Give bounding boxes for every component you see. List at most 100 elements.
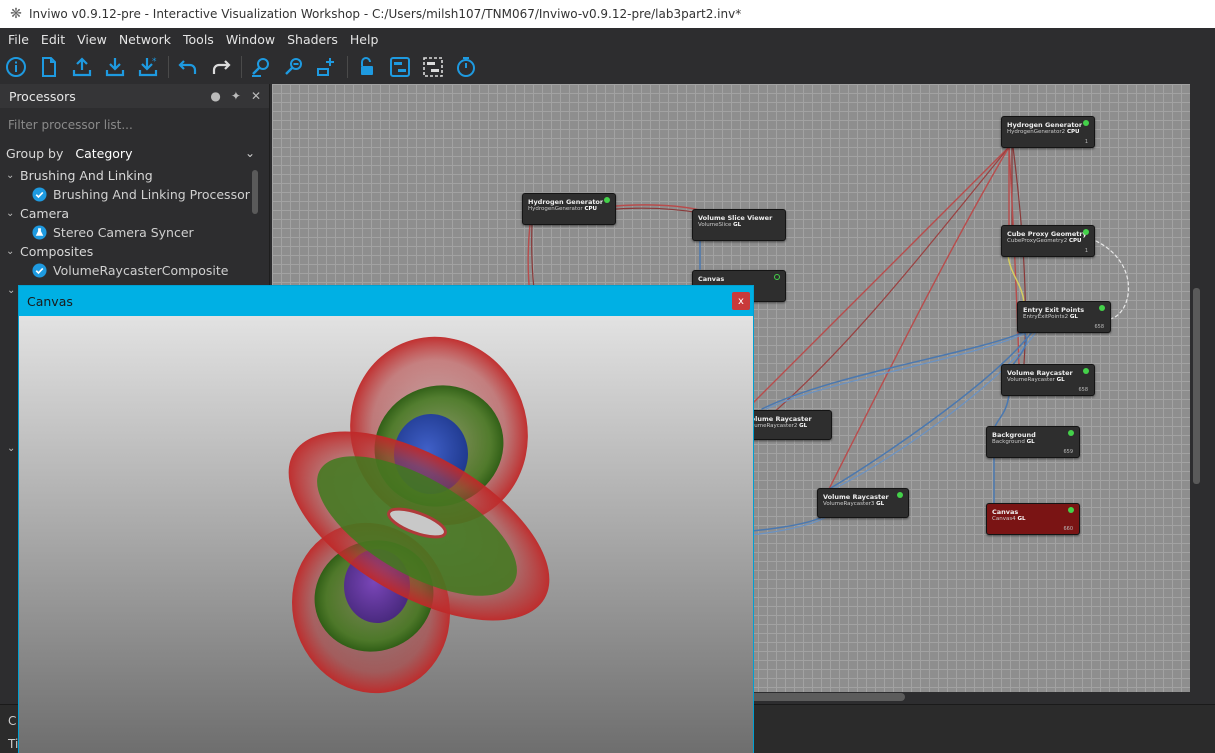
invalidation-count: 660 xyxy=(1063,526,1073,532)
processor-name: Volume Raycaster xyxy=(746,415,812,423)
network-vertical-scrollbar[interactable] xyxy=(1193,288,1200,484)
processor-identifier: EntryExitPoints2 GL xyxy=(1023,314,1078,320)
info-icon[interactable] xyxy=(3,54,29,80)
timer-icon[interactable] xyxy=(453,54,479,80)
category-label: Composites xyxy=(20,244,94,259)
inviwo-logo-icon: ❋ xyxy=(10,6,22,22)
selection-icon[interactable] xyxy=(420,54,446,80)
processor-identifier: VolumeRaycaster2 GL xyxy=(746,423,808,429)
processor-identifier: HydrogenGenerator CPU xyxy=(528,206,597,212)
tree-item[interactable]: Brushing And Linking Processor xyxy=(0,185,269,204)
processor-node[interactable]: Volume Slice Viewer VolumeSlice GL xyxy=(692,209,786,241)
menu-network[interactable]: Network xyxy=(113,28,177,52)
status-indicator xyxy=(1083,368,1089,374)
processor-name: Volume Raycaster xyxy=(1007,369,1073,377)
pin-icon[interactable]: ✦ xyxy=(231,89,241,103)
invalidation-count: 1 xyxy=(1084,139,1088,145)
item-label: Brushing And Linking Processor xyxy=(53,187,250,202)
close-icon[interactable]: ✕ xyxy=(251,89,261,103)
processor-name: Hydrogen Generator xyxy=(1007,121,1083,129)
svg-text:*: * xyxy=(152,57,157,67)
zoom-fit-icon[interactable] xyxy=(248,54,274,80)
menu-edit[interactable]: Edit xyxy=(35,28,71,52)
undo-icon[interactable] xyxy=(175,54,201,80)
processor-identifier: HydrogenGenerator2 CPU xyxy=(1007,129,1080,135)
processor-node[interactable]: Cube Proxy Geometry CubeProxyGeometry2 C… xyxy=(1001,225,1095,257)
status-indicator xyxy=(604,197,610,203)
processor-name: Cube Proxy Geometry xyxy=(1007,230,1087,238)
processor-name: Background xyxy=(992,431,1036,439)
tree-category[interactable]: ⌄ Brushing And Linking xyxy=(0,166,269,185)
upload-icon[interactable] xyxy=(69,54,95,80)
processor-name: Hydrogen Generator xyxy=(528,198,604,206)
console-tab[interactable]: C xyxy=(8,714,16,728)
status-indicator xyxy=(1083,120,1089,126)
redo-icon[interactable] xyxy=(208,54,234,80)
download-icon[interactable] xyxy=(102,54,128,80)
lock-icon[interactable] xyxy=(354,54,380,80)
processor-node[interactable]: Canvas Canvas4 GL 660 xyxy=(986,503,1080,535)
group-by-select[interactable]: Category xyxy=(75,146,132,161)
tree-category[interactable]: ⌄ Camera xyxy=(0,204,269,223)
processor-name: Canvas xyxy=(992,508,1019,516)
zoom-out-icon[interactable] xyxy=(281,54,307,80)
filter-input[interactable]: Filter processor list... xyxy=(0,110,269,140)
volume-rendering-image xyxy=(288,336,550,694)
float-icon[interactable]: ● xyxy=(210,89,220,103)
invalidation-count: 658 xyxy=(1078,387,1088,393)
processor-name: Entry Exit Points xyxy=(1023,306,1085,314)
processor-node[interactable]: Background Background GL 659 xyxy=(986,426,1080,458)
invalidation-count: 659 xyxy=(1063,449,1073,455)
chevron-down-icon[interactable]: ⌄ xyxy=(6,208,20,219)
close-icon[interactable]: x xyxy=(732,292,750,310)
chevron-down-icon[interactable]: ⌄ xyxy=(7,443,15,454)
processor-identifier: VolumeRaycaster GL xyxy=(1007,377,1065,383)
status-indicator xyxy=(897,492,903,498)
menu-file[interactable]: File xyxy=(2,28,35,52)
chevron-down-icon[interactable]: ⌄ xyxy=(6,170,20,181)
title-bar: ❋ Inviwo v0.9.12-pre - Interactive Visua… xyxy=(0,0,1215,28)
panel-scrollbar[interactable] xyxy=(252,170,258,214)
menu-bar: File Edit View Network Tools Window Shad… xyxy=(0,28,1215,52)
group-by-label: Group by xyxy=(6,145,64,161)
processor-node[interactable]: Hydrogen Generator HydrogenGenerator CPU xyxy=(522,193,616,225)
category-label: Brushing And Linking xyxy=(20,168,153,183)
chevron-down-icon[interactable]: ⌄ xyxy=(245,146,255,160)
tree-item[interactable]: Stereo Camera Syncer xyxy=(0,223,269,242)
download-star-icon[interactable]: * xyxy=(135,54,161,80)
processor-identifier: VolumeRaycaster3 GL xyxy=(823,501,885,507)
menu-tools[interactable]: Tools xyxy=(177,28,220,52)
group-by-row: Group by Category ⌄ xyxy=(0,140,269,166)
new-file-icon[interactable] xyxy=(36,54,62,80)
processor-name: Canvas xyxy=(698,275,725,283)
tree-category[interactable]: ⌄ Composites xyxy=(0,242,269,261)
canvas-render-view[interactable] xyxy=(19,316,753,753)
processor-node[interactable]: Entry Exit Points EntryExitPoints2 GL 65… xyxy=(1017,301,1111,333)
processor-node[interactable]: Volume Raycaster VolumeRaycaster GL 658 xyxy=(1001,364,1095,396)
menu-shaders[interactable]: Shaders xyxy=(281,28,344,52)
processor-identifier: Background GL xyxy=(992,439,1035,445)
check-circle-icon xyxy=(32,263,47,278)
window-title: Inviwo v0.9.12-pre - Interactive Visuali… xyxy=(29,7,742,21)
menu-view[interactable]: View xyxy=(71,28,113,52)
menu-window[interactable]: Window xyxy=(220,28,281,52)
layout-icon[interactable] xyxy=(387,54,413,80)
canvas-title-bar[interactable]: Canvas x xyxy=(19,286,753,316)
chevron-down-icon[interactable]: ⌄ xyxy=(6,246,20,257)
status-indicator xyxy=(1068,430,1074,436)
add-marker-icon[interactable] xyxy=(314,54,340,80)
processor-node[interactable]: Volume Raycaster VolumeRaycaster3 GL xyxy=(817,488,909,518)
status-indicator xyxy=(1083,229,1089,235)
invalidation-count: 1 xyxy=(1084,248,1088,254)
processor-identifier: VolumeSlice GL xyxy=(698,222,742,228)
toolbar-separator xyxy=(241,56,242,78)
processor-node[interactable]: Hydrogen Generator HydrogenGenerator2 CP… xyxy=(1001,116,1095,148)
panel-title: Processors xyxy=(9,88,76,104)
tree-item[interactable]: VolumeRaycasterComposite xyxy=(0,261,269,280)
canvas-window[interactable]: Canvas x xyxy=(18,285,754,753)
item-label: VolumeRaycasterComposite xyxy=(53,263,229,278)
toolbar-separator xyxy=(347,56,348,78)
menu-help[interactable]: Help xyxy=(344,28,385,52)
chevron-down-icon[interactable]: ⌄ xyxy=(7,285,15,296)
network-horizontal-scrollbar[interactable] xyxy=(740,693,905,701)
